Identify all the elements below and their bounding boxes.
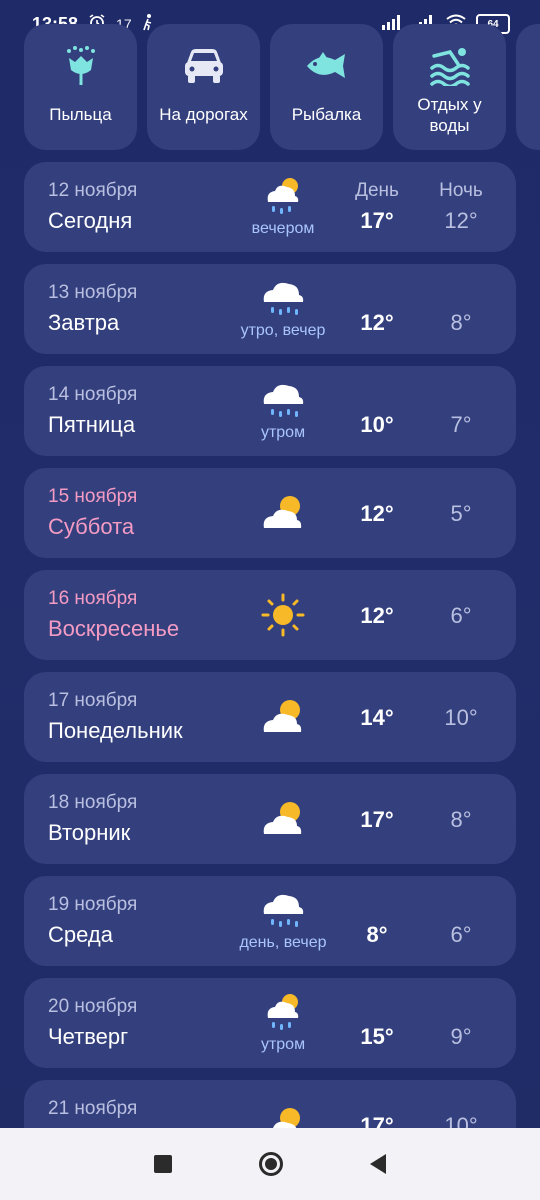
activity-label: Отдых у воды: [417, 95, 482, 135]
cloud-rain-icon: [260, 276, 306, 322]
waves-icon: [428, 46, 472, 86]
day-temperature: 12°: [360, 501, 394, 526]
night-column-header: Ночь: [439, 180, 483, 201]
forecast-day-name: Вторник: [48, 820, 131, 845]
day-temperature: 14°: [360, 705, 394, 730]
precipitation-time: утром: [260, 1036, 306, 1053]
back-button[interactable]: [370, 1154, 387, 1174]
forecast-date: 21 ноября: [48, 1098, 138, 1119]
partly-cloudy-rain-icon: [260, 990, 306, 1036]
partly-cloudy-icon: [260, 694, 306, 740]
cloud-rain-icon: [260, 378, 306, 424]
forecast-day-card[interactable]: 14 ноября Пятница утром 10° 7°: [24, 366, 516, 456]
forecast-date: 17 ноября: [48, 690, 138, 711]
activity-card-water-rest[interactable]: Отдых у воды: [393, 24, 506, 150]
flower-icon: [61, 46, 101, 86]
day-temperature: 10°: [360, 412, 394, 437]
day-temperature: 8°: [366, 922, 388, 947]
forecast-date: 12 ноября: [48, 180, 138, 201]
forecast-day-name: Завтра: [48, 310, 120, 335]
day-temperature: 15°: [360, 1024, 394, 1049]
forecast-day-card[interactable]: 18 ноября Вторник 17° 8°: [24, 774, 516, 864]
night-temperature: 12°: [444, 208, 478, 233]
activity-label: Рыбалка: [291, 105, 362, 124]
night-temperature: 6°: [450, 922, 472, 947]
partly-cloudy-rain-icon: [260, 174, 306, 220]
home-button[interactable]: [258, 1152, 283, 1176]
forecast-day-card[interactable]: 13 ноября Завтра утро, вечер 12° 8°: [24, 264, 516, 354]
activity-card-pollen[interactable]: Пыльца: [24, 24, 137, 150]
fish-icon: [305, 46, 349, 86]
activity-label: Пыльца: [49, 105, 112, 124]
forecast-day-name: Воскресенье: [48, 616, 180, 641]
precipitation-time: день, вечер: [239, 934, 327, 951]
night-temperature: 8°: [450, 310, 472, 335]
precipitation-time: утром: [260, 424, 306, 441]
car-icon: [183, 46, 225, 86]
forecast-date: 14 ноября: [48, 384, 138, 405]
forecast-day-name: Пятница: [48, 412, 136, 437]
forecast-day-name: Четверг: [48, 1024, 129, 1049]
forecast-date: 15 ноября: [48, 486, 138, 507]
forecast-day-card[interactable]: 15 ноября Суббота 12° 5°: [24, 468, 516, 558]
precipitation-time: вечером: [251, 220, 315, 237]
night-temperature: 10°: [444, 705, 478, 730]
activity-card-fishing[interactable]: Рыбалка: [270, 24, 383, 150]
forecast-day-card[interactable]: 17 ноября Понедельник 14° 10°: [24, 672, 516, 762]
forecast-date: 20 ноября: [48, 996, 138, 1017]
night-temperature: 9°: [450, 1024, 472, 1049]
night-temperature: 7°: [450, 412, 472, 437]
forecast-day-name: Среда: [48, 922, 113, 947]
forecast-day-card[interactable]: 12 ноября Сегодня вечером День Ночь 17° 12°: [24, 162, 516, 252]
day-temperature: 12°: [360, 603, 394, 628]
night-temperature: 5°: [450, 501, 472, 526]
night-temperature: 6°: [450, 603, 472, 628]
activity-card-roads[interactable]: На дорогах: [147, 24, 260, 150]
night-temperature: 8°: [450, 807, 472, 832]
activity-label: На дорогах: [159, 105, 248, 124]
day-temperature: 17°: [360, 807, 394, 832]
forecast-day-card[interactable]: 19 ноября Среда день, вечер 8° 6°: [24, 876, 516, 966]
precipitation-time: утро, вечер: [240, 322, 326, 339]
activity-card-more[interactable]: [516, 24, 540, 150]
system-nav-bar: [0, 1128, 540, 1200]
forecast-day-name: Понедельник: [48, 718, 183, 743]
forecast-date: 13 ноября: [48, 282, 138, 303]
partly-cloudy-icon: [260, 490, 306, 536]
day-temperature: 17°: [360, 208, 394, 233]
recents-button[interactable]: [153, 1155, 172, 1173]
activity-cards: Пыльца На дорогах Рыбалка Отдых у воды: [24, 24, 540, 150]
forecast-day-name: Сегодня: [48, 208, 133, 233]
day-column-header: День: [355, 180, 399, 201]
sun-icon: [260, 592, 306, 638]
forecast-date: 18 ноября: [48, 792, 138, 813]
cloud-rain-icon: [260, 888, 306, 934]
forecast-date: 16 ноября: [48, 588, 138, 609]
forecast-day-card[interactable]: 20 ноября Четверг утром 15° 9°: [24, 978, 516, 1068]
partly-cloudy-icon: [260, 796, 306, 842]
forecast-day-card[interactable]: 16 ноября Воскресенье 12° 6°: [24, 570, 516, 660]
forecast-date: 19 ноября: [48, 894, 138, 915]
day-temperature: 12°: [360, 310, 394, 335]
forecast-day-name: Суббота: [48, 514, 135, 539]
